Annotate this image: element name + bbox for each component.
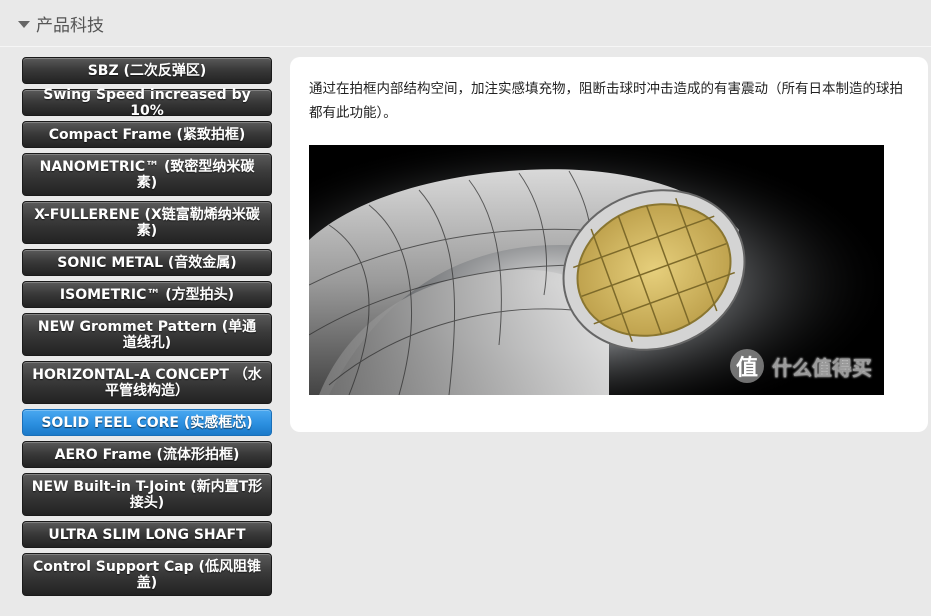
menu-item[interactable]: Compact Frame (紧致拍框) xyxy=(22,121,272,148)
menu-item[interactable]: SONIC METAL (音效金属) xyxy=(22,249,272,276)
menu-item[interactable]: ISOMETRIC™ (方型拍头) xyxy=(22,281,272,308)
tech-menu: SBZ (二次反弹区) Swing Speed increased by 10% C… xyxy=(22,57,272,601)
site-watermark: 值 什么值得买 xyxy=(730,349,872,383)
section-header[interactable]: 产品科技 xyxy=(0,0,931,46)
watermark-text: 什么值得买 xyxy=(772,355,872,380)
menu-item[interactable]: NEW Built-in T-Joint (新内置T形接头) xyxy=(22,473,272,516)
content-card: 通过在拍框内部结构空间，加注实感填充物，阻断击球时冲击造成的有害震动（所有日本制… xyxy=(290,57,928,432)
section-title: 产品科技 xyxy=(36,15,104,36)
menu-item[interactable]: Control Support Cap (低风阻锥盖) xyxy=(22,553,272,596)
menu-item[interactable]: HORIZONTAL-A CONCEPT （水平管线构造） xyxy=(22,361,272,404)
frame-cross-section-image: 值 什么值得买 xyxy=(309,145,884,395)
menu-item[interactable]: Swing Speed increased by 10% xyxy=(22,87,272,119)
menu-item[interactable]: AERO Frame (流体形拍框) xyxy=(22,441,272,468)
menu-item[interactable]: ULTRA SLIM LONG SHAFT xyxy=(22,521,272,548)
menu-item[interactable]: SOLID FEEL CORE (实感框芯) xyxy=(22,409,272,436)
collapse-triangle-icon[interactable] xyxy=(18,20,30,28)
watermark-logo-icon: 值 xyxy=(730,349,764,383)
menu-item[interactable]: X-FULLERENE (X链富勒烯纳米碳素) xyxy=(22,201,272,244)
menu-item[interactable]: SBZ (二次反弹区) xyxy=(22,57,272,84)
menu-item[interactable]: NANOMETRIC™ (致密型纳米碳素) xyxy=(22,153,272,196)
menu-item[interactable]: NEW Grommet Pattern (单通道线孔) xyxy=(22,313,272,356)
tech-description: 通过在拍框内部结构空间，加注实感填充物，阻断击球时冲击造成的有害震动（所有日本制… xyxy=(309,81,903,121)
divider xyxy=(0,46,931,47)
